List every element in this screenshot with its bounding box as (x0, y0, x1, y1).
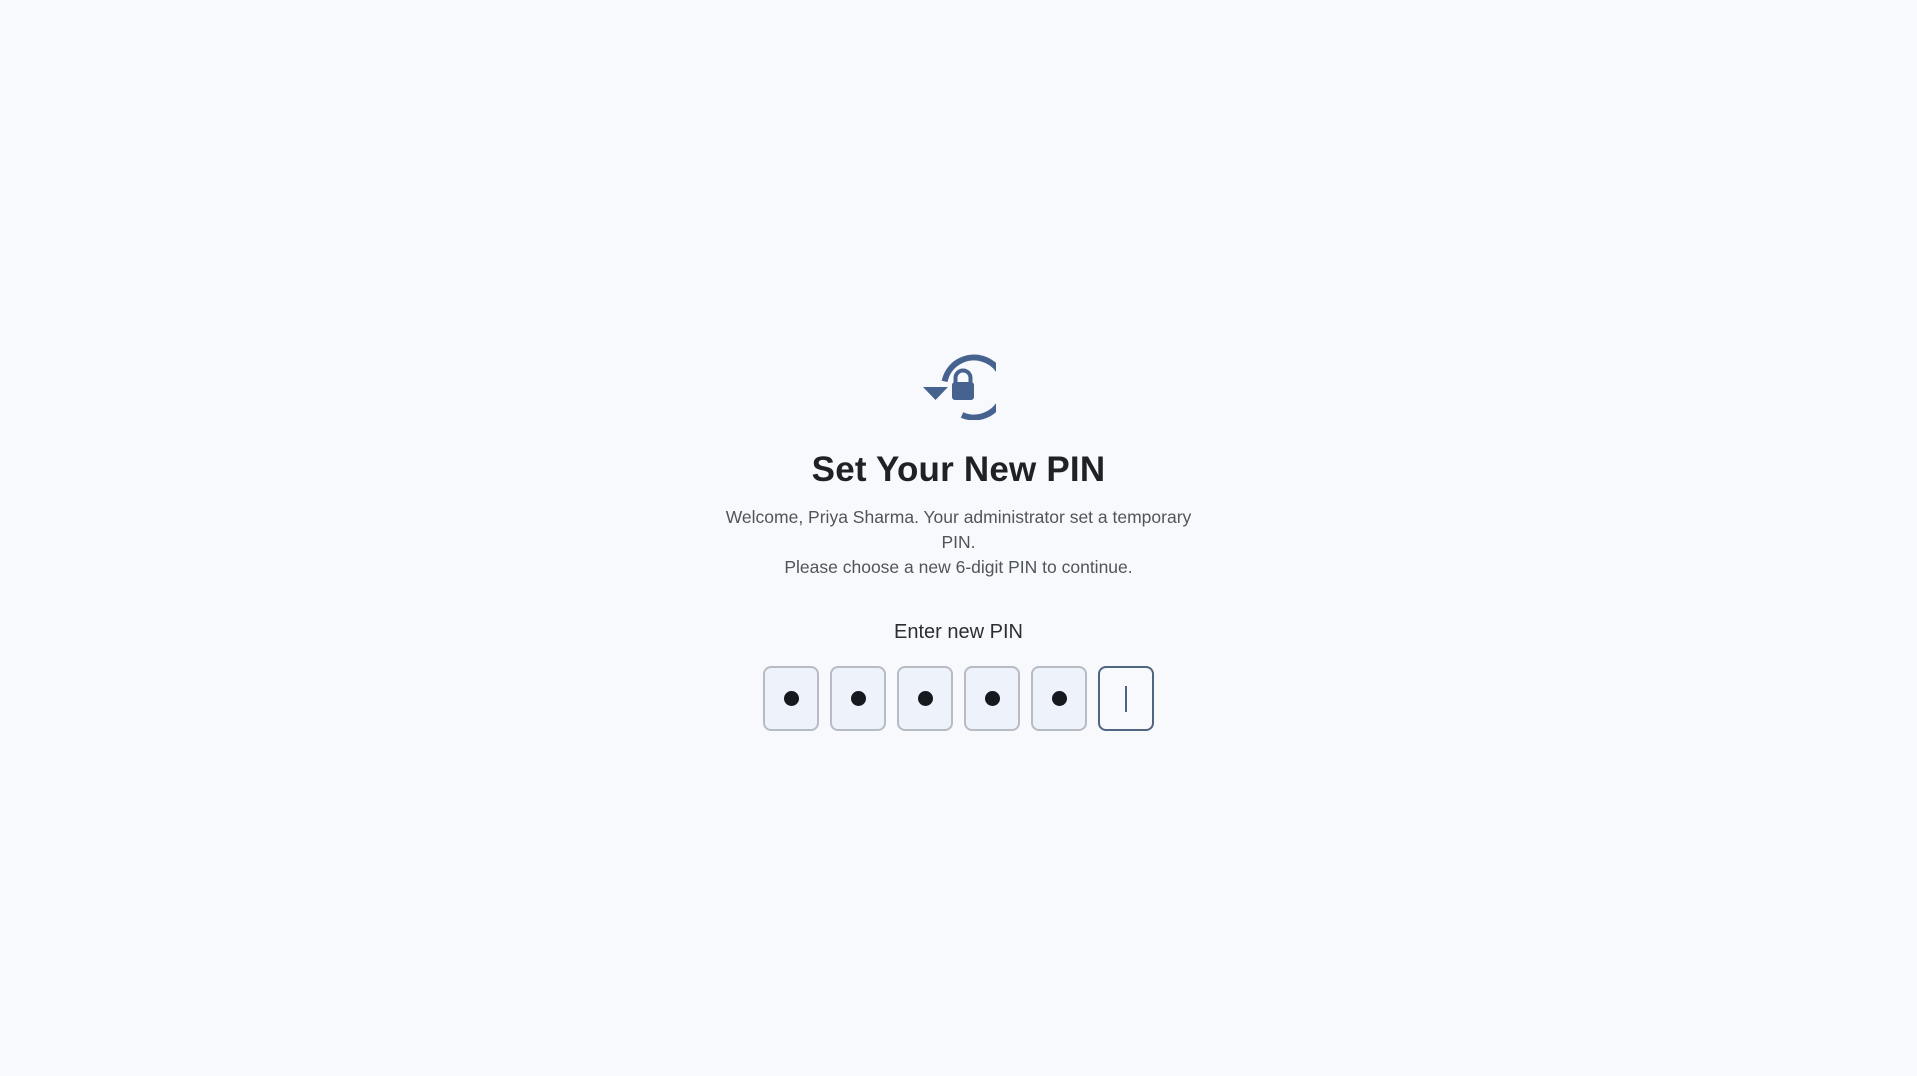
pin-digit-3[interactable] (897, 666, 953, 731)
pin-reset-page: Set Your New PIN Welcome, Priya Sharma. … (0, 0, 1917, 1076)
pin-digit-6[interactable] (1098, 666, 1154, 731)
pin-label: Enter new PIN (894, 621, 1023, 643)
masked-digit-dot (1051, 691, 1067, 706)
masked-digit-dot (850, 691, 866, 706)
welcome-line: Welcome, Priya Sharma. Your administrato… (725, 507, 1192, 552)
instruction-line: Please choose a new 6-digit PIN to conti… (784, 557, 1133, 577)
pin-reset-card: Set Your New PIN Welcome, Priya Sharma. … (709, 354, 1209, 731)
pin-input-group (763, 666, 1154, 731)
text-cursor (1125, 685, 1127, 712)
masked-digit-dot (984, 691, 1000, 706)
welcome-message: Welcome, Priya Sharma. Your administrato… (714, 505, 1204, 580)
page-title: Set Your New PIN (811, 450, 1106, 489)
pin-digit-1[interactable] (763, 666, 819, 731)
lock-reset-icon (922, 354, 996, 420)
masked-digit-dot (783, 691, 799, 706)
pin-digit-5[interactable] (1031, 666, 1087, 731)
pin-digit-4[interactable] (964, 666, 1020, 731)
masked-digit-dot (917, 691, 933, 706)
pin-digit-2[interactable] (830, 666, 886, 731)
